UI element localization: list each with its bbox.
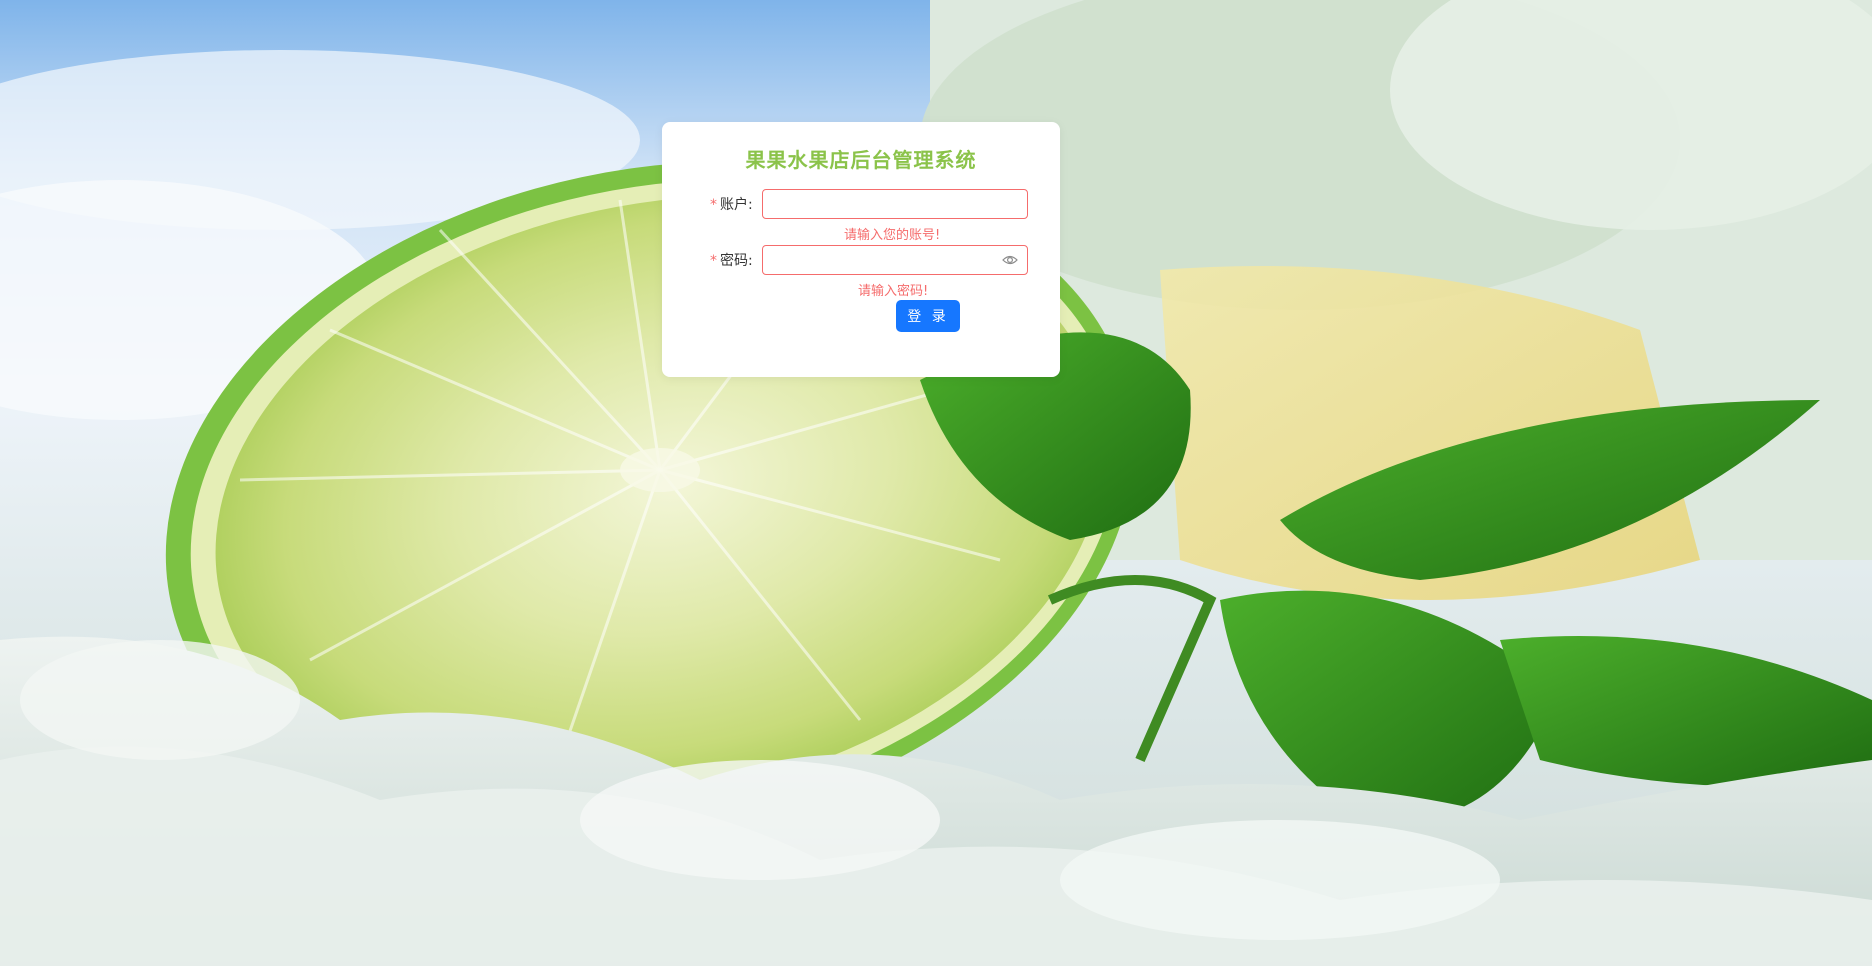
password-label: 密码: xyxy=(720,253,753,269)
login-page: 果果水果店后台管理系统 * 账户: 请输入您的账号! * 密码: 请输入密码! 登 … xyxy=(0,0,1872,966)
login-button[interactable]: 登 录 xyxy=(896,300,960,332)
password-input[interactable] xyxy=(762,245,1028,275)
login-card: 果果水果店后台管理系统 * 账户: 请输入您的账号! * 密码: 请输入密码! 登 … xyxy=(662,122,1060,377)
account-label-group: * 账户: xyxy=(710,194,753,214)
account-label: 账户: xyxy=(720,197,753,213)
password-label-group: * 密码: xyxy=(710,250,753,270)
eye-icon[interactable] xyxy=(1002,252,1018,268)
login-title: 果果水果店后台管理系统 xyxy=(745,148,977,172)
account-error-message: 请输入您的账号! xyxy=(844,228,941,243)
required-mark: * xyxy=(710,197,717,213)
password-error-message: 请输入密码! xyxy=(858,284,929,299)
required-mark: * xyxy=(710,253,717,269)
account-input[interactable] xyxy=(762,189,1028,219)
